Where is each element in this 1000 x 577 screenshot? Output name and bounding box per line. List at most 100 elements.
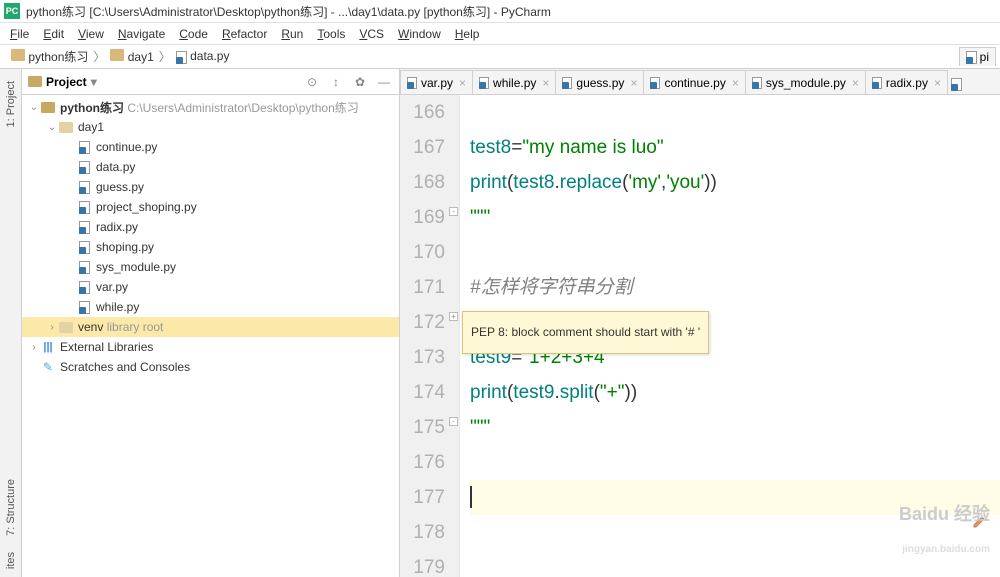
tree-label: var.py xyxy=(96,280,128,294)
panel-title[interactable]: Project ▾ xyxy=(28,75,297,89)
tree-row[interactable]: shoping.py xyxy=(22,237,399,257)
tree-row[interactable]: sys_module.py xyxy=(22,257,399,277)
code-content[interactable]: test8="my name is luo" print(test8.repla… xyxy=(460,95,1000,577)
library-icon: ||| xyxy=(40,340,56,354)
tree-label: Scratches and Consoles xyxy=(60,360,190,374)
tree-label: venv library root xyxy=(78,320,163,334)
chevron-down-icon[interactable]: ▾ xyxy=(91,75,97,89)
menu-code[interactable]: Code xyxy=(173,25,214,43)
project-icon xyxy=(28,76,42,87)
menu-vcs[interactable]: VCS xyxy=(353,25,390,43)
line-number: 170 xyxy=(400,235,445,270)
tree-row[interactable]: ⌄ day1 xyxy=(22,117,399,137)
menu-view[interactable]: View xyxy=(72,25,110,43)
editor-tab[interactable]: sys_module.py× xyxy=(745,70,866,94)
folder-icon xyxy=(40,100,56,114)
python-file-icon xyxy=(76,220,92,234)
tree-label: day1 xyxy=(78,120,104,134)
editor-tab[interactable]: var.py× xyxy=(400,70,473,94)
line-number: 168 xyxy=(400,165,445,200)
tree-row[interactable]: ›|||External Libraries xyxy=(22,337,399,357)
rail-tab-ites[interactable]: ites xyxy=(3,544,19,577)
rail-tab-project[interactable]: 1: Project xyxy=(3,73,19,135)
tab-overflow[interactable] xyxy=(947,78,966,94)
tree-chevron-icon[interactable]: › xyxy=(28,342,40,353)
editor-tab[interactable]: radix.py× xyxy=(865,70,948,94)
tree-label: python练习 C:\Users\Administrator\Desktop\… xyxy=(60,99,359,116)
code-line xyxy=(470,515,1000,550)
tree-row[interactable]: continue.py xyxy=(22,137,399,157)
tree-row[interactable]: var.py xyxy=(22,277,399,297)
tree-label: sys_module.py xyxy=(96,260,176,274)
fold-marker[interactable]: + xyxy=(449,312,458,321)
tree-label: guess.py xyxy=(96,180,144,194)
tree-chevron-icon[interactable]: ⌄ xyxy=(28,102,40,113)
line-number: 177 xyxy=(400,480,445,515)
python-file-icon xyxy=(872,77,882,89)
breadcrumb-item[interactable]: day1 xyxy=(107,48,156,65)
close-icon[interactable]: × xyxy=(540,76,549,90)
editor-tab[interactable]: while.py× xyxy=(472,70,556,94)
code-line xyxy=(470,95,1000,130)
menu-run[interactable]: Run xyxy=(275,25,309,43)
python-file-icon xyxy=(650,77,660,89)
fold-marker[interactable]: - xyxy=(449,207,458,216)
code-line-current xyxy=(470,480,1000,515)
python-file-icon xyxy=(76,240,92,254)
close-icon[interactable]: × xyxy=(457,76,466,90)
tree-row[interactable]: data.py xyxy=(22,157,399,177)
nav-right-item[interactable]: pi xyxy=(959,47,996,66)
line-number: 169 xyxy=(400,200,445,235)
edit-indicator-icon xyxy=(972,513,988,529)
breadcrumb-item[interactable]: data.py xyxy=(173,48,233,64)
menu-edit[interactable]: Edit xyxy=(37,25,70,43)
menu-tools[interactable]: Tools xyxy=(311,25,351,43)
chevron-right-icon: 〉 xyxy=(93,48,105,65)
tab-label: guess.py xyxy=(576,76,624,90)
tree-label: while.py xyxy=(96,300,139,314)
tree-label: shoping.py xyxy=(96,240,154,254)
editor-tab[interactable]: guess.py × xyxy=(555,70,644,94)
menu-file[interactable]: File xyxy=(4,25,35,43)
code-line: #怎样将字符串分割 xyxy=(470,270,1000,305)
gear-icon[interactable]: ✿ xyxy=(351,73,369,91)
line-number: 167 xyxy=(400,130,445,165)
close-icon[interactable]: × xyxy=(850,76,859,90)
line-number: 171 xyxy=(400,270,445,305)
tree-row[interactable]: radix.py xyxy=(22,217,399,237)
close-icon[interactable]: × xyxy=(628,76,637,90)
scroll-from-source-icon[interactable]: ⊙ xyxy=(303,73,321,91)
tree-row[interactable]: › venv library root xyxy=(22,317,399,337)
project-tree[interactable]: ⌄python练习 C:\Users\Administrator\Desktop… xyxy=(22,95,399,577)
fold-marker[interactable]: - xyxy=(449,417,458,426)
tree-chevron-icon[interactable]: ⌄ xyxy=(46,122,58,133)
tree-row[interactable]: guess.py xyxy=(22,177,399,197)
line-number: 179 xyxy=(400,550,445,577)
menu-window[interactable]: Window xyxy=(392,25,447,43)
python-file-icon xyxy=(407,77,417,89)
code-editor[interactable]: 1661671681691701711721731741751761771781… xyxy=(400,95,1000,577)
line-number: 178 xyxy=(400,515,445,550)
menu-refactor[interactable]: Refactor xyxy=(216,25,273,43)
python-file-icon xyxy=(479,77,489,89)
tree-chevron-icon[interactable]: › xyxy=(46,322,58,333)
folder-icon xyxy=(110,49,124,61)
code-line: print(test8.replace('my','you')) xyxy=(470,165,1000,200)
tree-label: project_shoping.py xyxy=(96,200,197,214)
breadcrumb-item[interactable]: python练习 xyxy=(8,47,91,66)
panel-header: Project ▾ ⊙ ↕ ✿ — xyxy=(22,69,399,95)
folder-icon xyxy=(58,120,74,134)
collapse-all-icon[interactable]: ↕ xyxy=(327,73,345,91)
tree-row[interactable]: ⌄ python练习 C:\Users\Administrator\Desktop… xyxy=(22,97,399,117)
tree-row[interactable]: ✎Scratches and Consoles xyxy=(22,357,399,377)
editor-tab[interactable]: continue.py× xyxy=(643,70,745,94)
tree-row[interactable]: project_shoping.py xyxy=(22,197,399,217)
close-icon[interactable]: × xyxy=(730,76,739,90)
tree-row[interactable]: while.py xyxy=(22,297,399,317)
menu-navigate[interactable]: Navigate xyxy=(112,25,171,43)
rail-tab-structure[interactable]: 7: Structure xyxy=(3,471,19,544)
python-file-icon xyxy=(76,160,92,174)
hide-icon[interactable]: — xyxy=(375,73,393,91)
close-icon[interactable]: × xyxy=(932,76,941,90)
menu-help[interactable]: Help xyxy=(449,25,486,43)
